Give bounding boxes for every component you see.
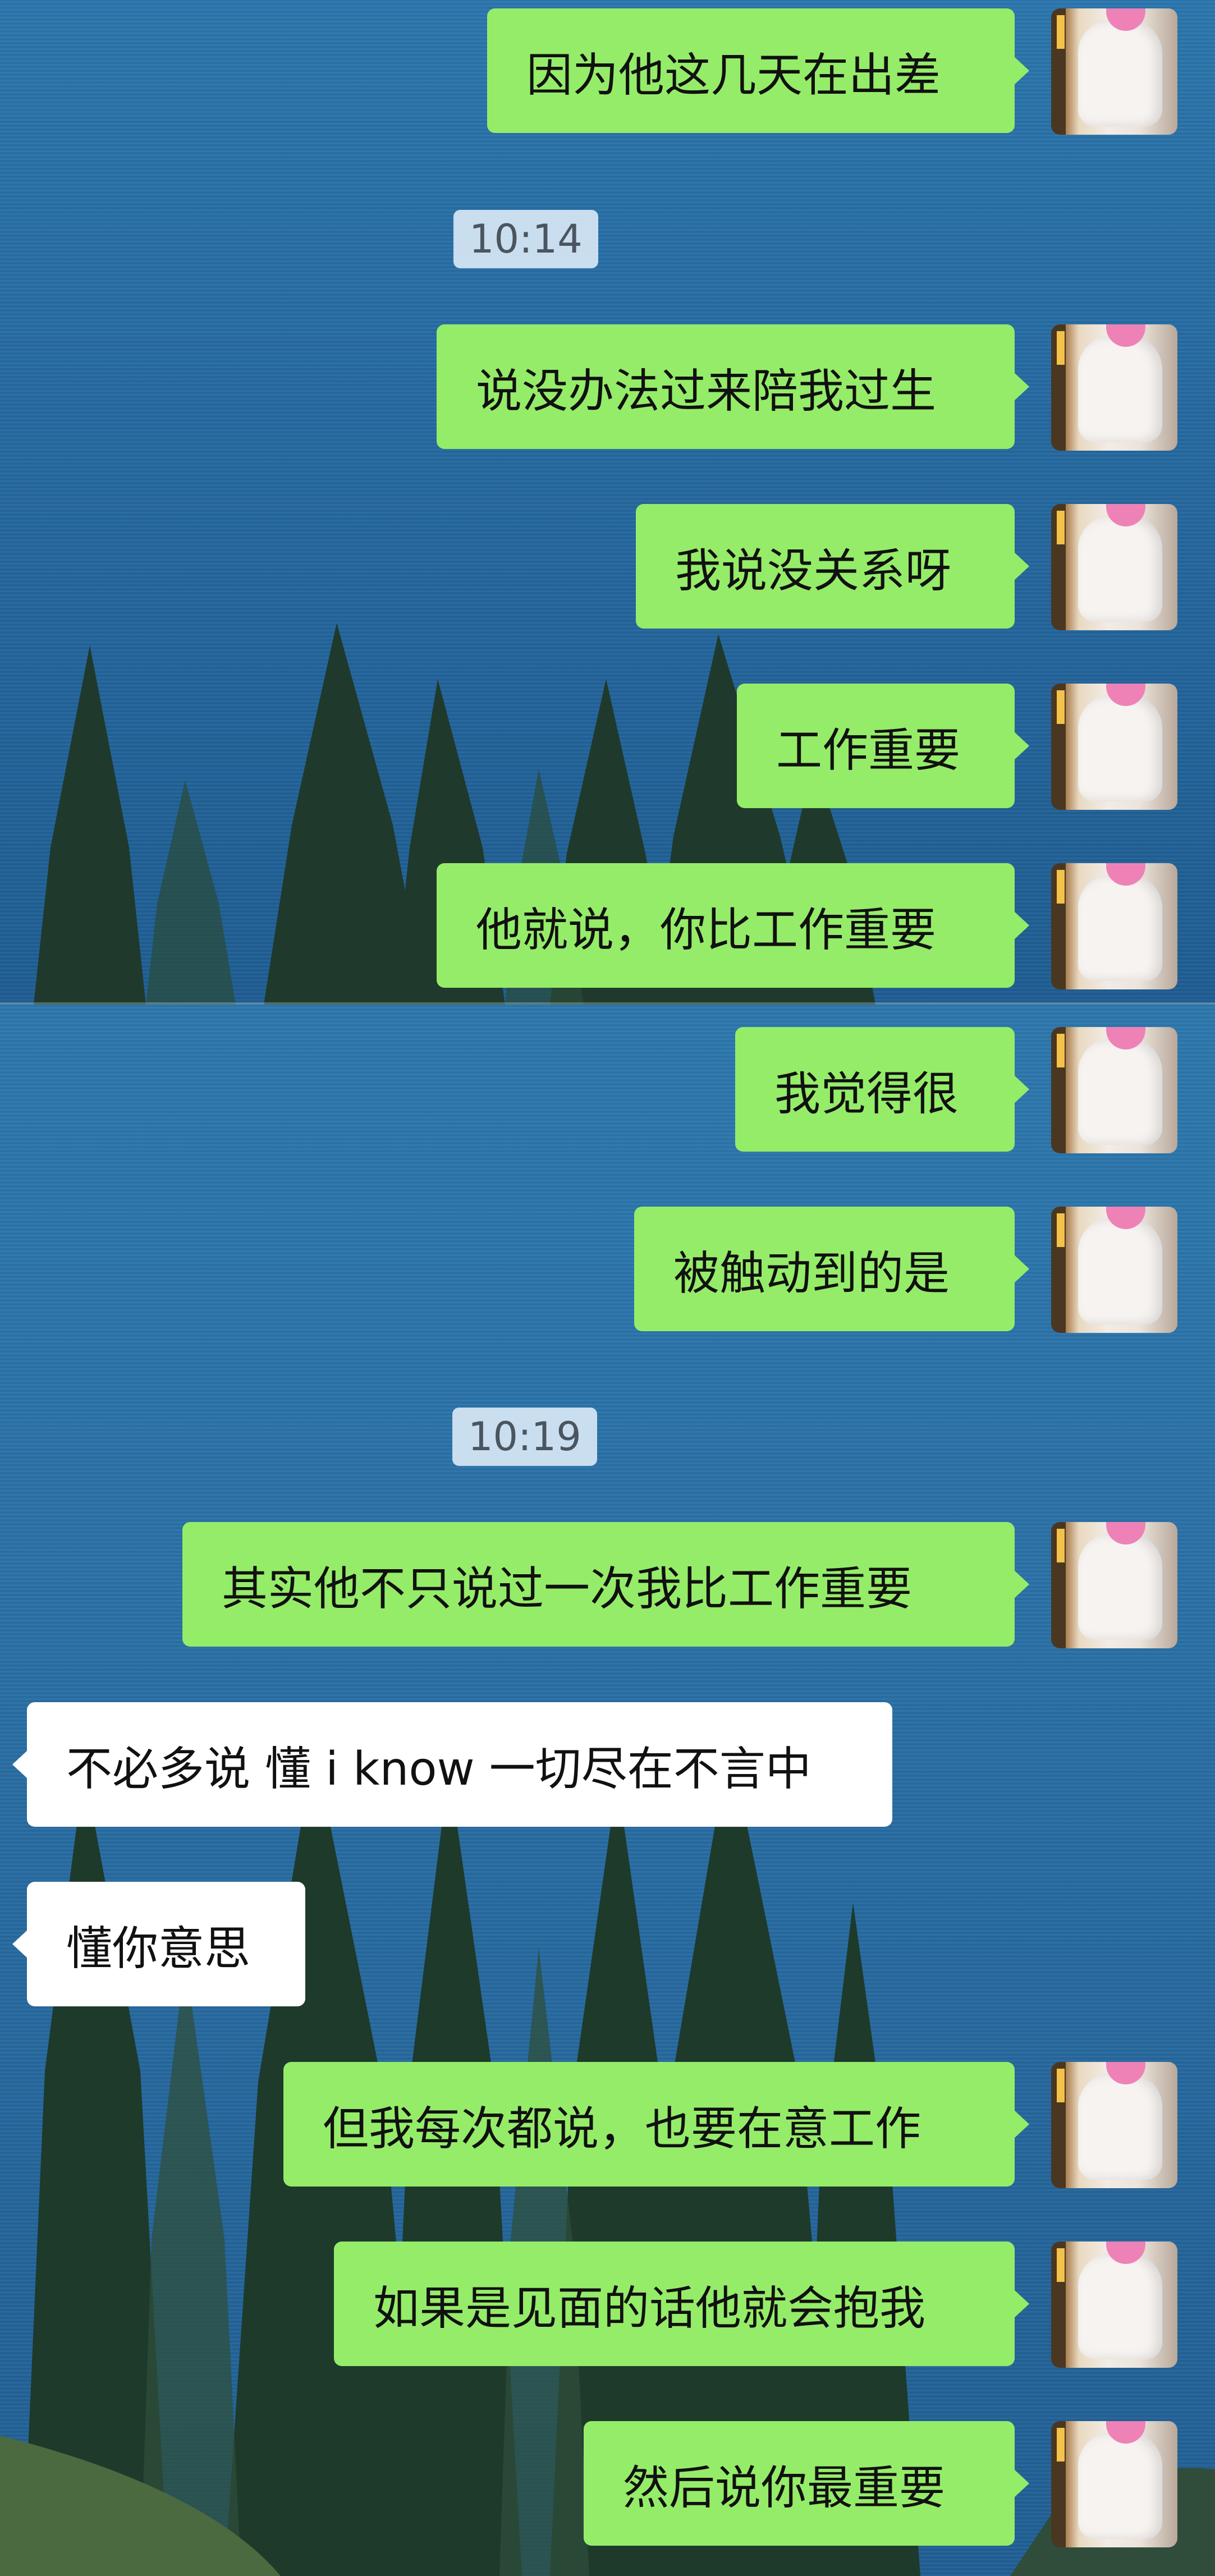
avatar-photo-detail xyxy=(1057,1034,1065,1067)
timestamp: 10:14 xyxy=(453,210,598,268)
avatar-photo-detail xyxy=(1057,2248,1065,2282)
avatar-photo-detail xyxy=(1057,15,1065,49)
avatar-photo-detail xyxy=(1078,874,1162,981)
avatar-photo-detail xyxy=(1078,336,1162,442)
avatar-photo-detail xyxy=(1057,511,1065,544)
avatar-photo-detail xyxy=(1078,695,1162,801)
user-avatar[interactable] xyxy=(1051,1027,1177,1153)
avatar-photo-detail xyxy=(1078,2073,1162,2180)
message-bubble-outgoing[interactable]: 我觉得很 xyxy=(735,1027,1029,1152)
avatar-photo-detail xyxy=(1057,690,1065,724)
user-avatar[interactable] xyxy=(1051,1522,1177,1648)
message-bubble-outgoing[interactable]: 我说没关系呀 xyxy=(636,504,1029,629)
message-bubble-outgoing[interactable]: 其实他不只说过一次我比工作重要 xyxy=(182,1522,1029,1647)
user-avatar[interactable] xyxy=(1051,2421,1177,2547)
user-avatar[interactable] xyxy=(1051,504,1177,630)
message-bubble-incoming[interactable]: 不必多说 懂 i know 一切尽在不言中 xyxy=(12,1702,892,1827)
message-bubble-incoming[interactable]: 懂你意思 xyxy=(12,1882,305,2006)
user-avatar[interactable] xyxy=(1051,8,1177,135)
message-bubble-outgoing[interactable]: 说没办法过来陪我过生 xyxy=(437,324,1029,449)
timestamp: 10:19 xyxy=(452,1408,597,1466)
avatar-photo-detail xyxy=(1078,1218,1162,1324)
avatar-photo-detail xyxy=(1057,331,1065,365)
avatar-photo-detail xyxy=(1078,20,1162,126)
avatar-photo-detail xyxy=(1078,2253,1162,2359)
message-bubble-outgoing[interactable]: 然后说你最重要 xyxy=(584,2421,1029,2546)
avatar-photo-detail xyxy=(1057,2069,1065,2102)
avatar-photo-detail xyxy=(1057,1529,1065,1562)
message-bubble-outgoing[interactable]: 被触动到的是 xyxy=(634,1207,1029,1331)
user-avatar[interactable] xyxy=(1051,2242,1177,2368)
message-bubble-outgoing[interactable]: 工作重要 xyxy=(737,684,1029,808)
message-bubble-outgoing[interactable]: 他就说，你比工作重要 xyxy=(437,863,1029,988)
user-avatar[interactable] xyxy=(1051,2062,1177,2188)
user-avatar[interactable] xyxy=(1051,684,1177,810)
user-avatar[interactable] xyxy=(1051,324,1177,451)
user-avatar[interactable] xyxy=(1051,863,1177,989)
avatar-photo-detail xyxy=(1078,1533,1162,1640)
avatar-photo-detail xyxy=(1078,515,1162,622)
avatar-photo-detail xyxy=(1057,2428,1065,2462)
avatar-photo-detail xyxy=(1057,1213,1065,1247)
chat-background-top xyxy=(0,0,1215,1005)
avatar-photo-detail xyxy=(1078,1038,1162,1145)
avatar-photo-detail xyxy=(1057,870,1065,904)
avatar-photo-detail xyxy=(1078,2432,1162,2539)
message-bubble-outgoing[interactable]: 因为他这几天在出差 xyxy=(487,8,1029,133)
message-bubble-outgoing[interactable]: 如果是见面的话他就会抱我 xyxy=(334,2242,1029,2366)
user-avatar[interactable] xyxy=(1051,1207,1177,1333)
message-bubble-outgoing[interactable]: 但我每次都说，也要在意工作 xyxy=(283,2062,1029,2187)
